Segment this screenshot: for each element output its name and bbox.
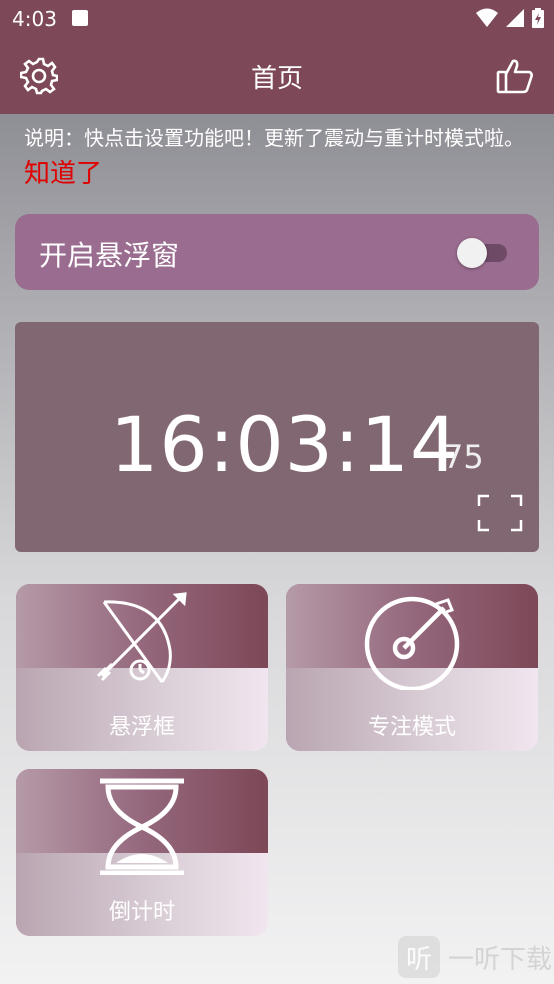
floating-window-toggle[interactable] <box>457 238 507 268</box>
clock-milliseconds: 75 <box>443 438 484 476</box>
tile-countdown[interactable]: 倒计时 <box>16 769 268 936</box>
app-bar: 首页 <box>0 38 554 114</box>
status-time: 4:03 <box>12 7 57 31</box>
bow-arrow-icon <box>96 592 187 683</box>
tile-label: 倒计时 <box>108 900 175 925</box>
got-it-link[interactable]: 知道了 <box>24 159 102 189</box>
hourglass-icon <box>100 778 184 875</box>
tile-label: 悬浮框 <box>108 715 175 740</box>
watermark: 听 一听下载 <box>397 936 552 978</box>
floating-window-card[interactable]: 开启悬浮窗 <box>15 214 539 290</box>
wifi-icon <box>476 8 498 27</box>
tile-focus-mode[interactable]: 专注模式 <box>286 584 538 751</box>
thumbs-up-icon[interactable] <box>496 57 534 95</box>
status-icons <box>476 8 544 28</box>
target-dart-icon <box>364 596 460 690</box>
tile-floating-box[interactable]: 悬浮框 <box>16 584 268 751</box>
signal-icon <box>506 9 524 27</box>
fullscreen-icon[interactable] <box>477 494 523 532</box>
notice-message: 说明：快点击设置功能吧！更新了震动与重计时模式啦。 <box>24 126 524 150</box>
notice-text: 说明：快点击设置功能吧！更新了震动与重计时模式啦。 知道了 <box>24 120 534 193</box>
battery-icon <box>532 8 544 28</box>
clock-time: 16:03:14 <box>110 400 460 489</box>
page-title: 首页 <box>250 64 303 94</box>
tile-label: 专注模式 <box>367 715 456 740</box>
floating-window-label: 开启悬浮窗 <box>39 239 180 272</box>
notification-icon <box>72 10 88 26</box>
status-bar: 4:03 <box>0 0 554 38</box>
watermark-logo: 听 <box>397 936 440 978</box>
toggle-thumb <box>457 238 487 268</box>
clock-card: 16:03:14 75 <box>15 322 539 552</box>
watermark-text: 一听下载 <box>447 944 552 975</box>
